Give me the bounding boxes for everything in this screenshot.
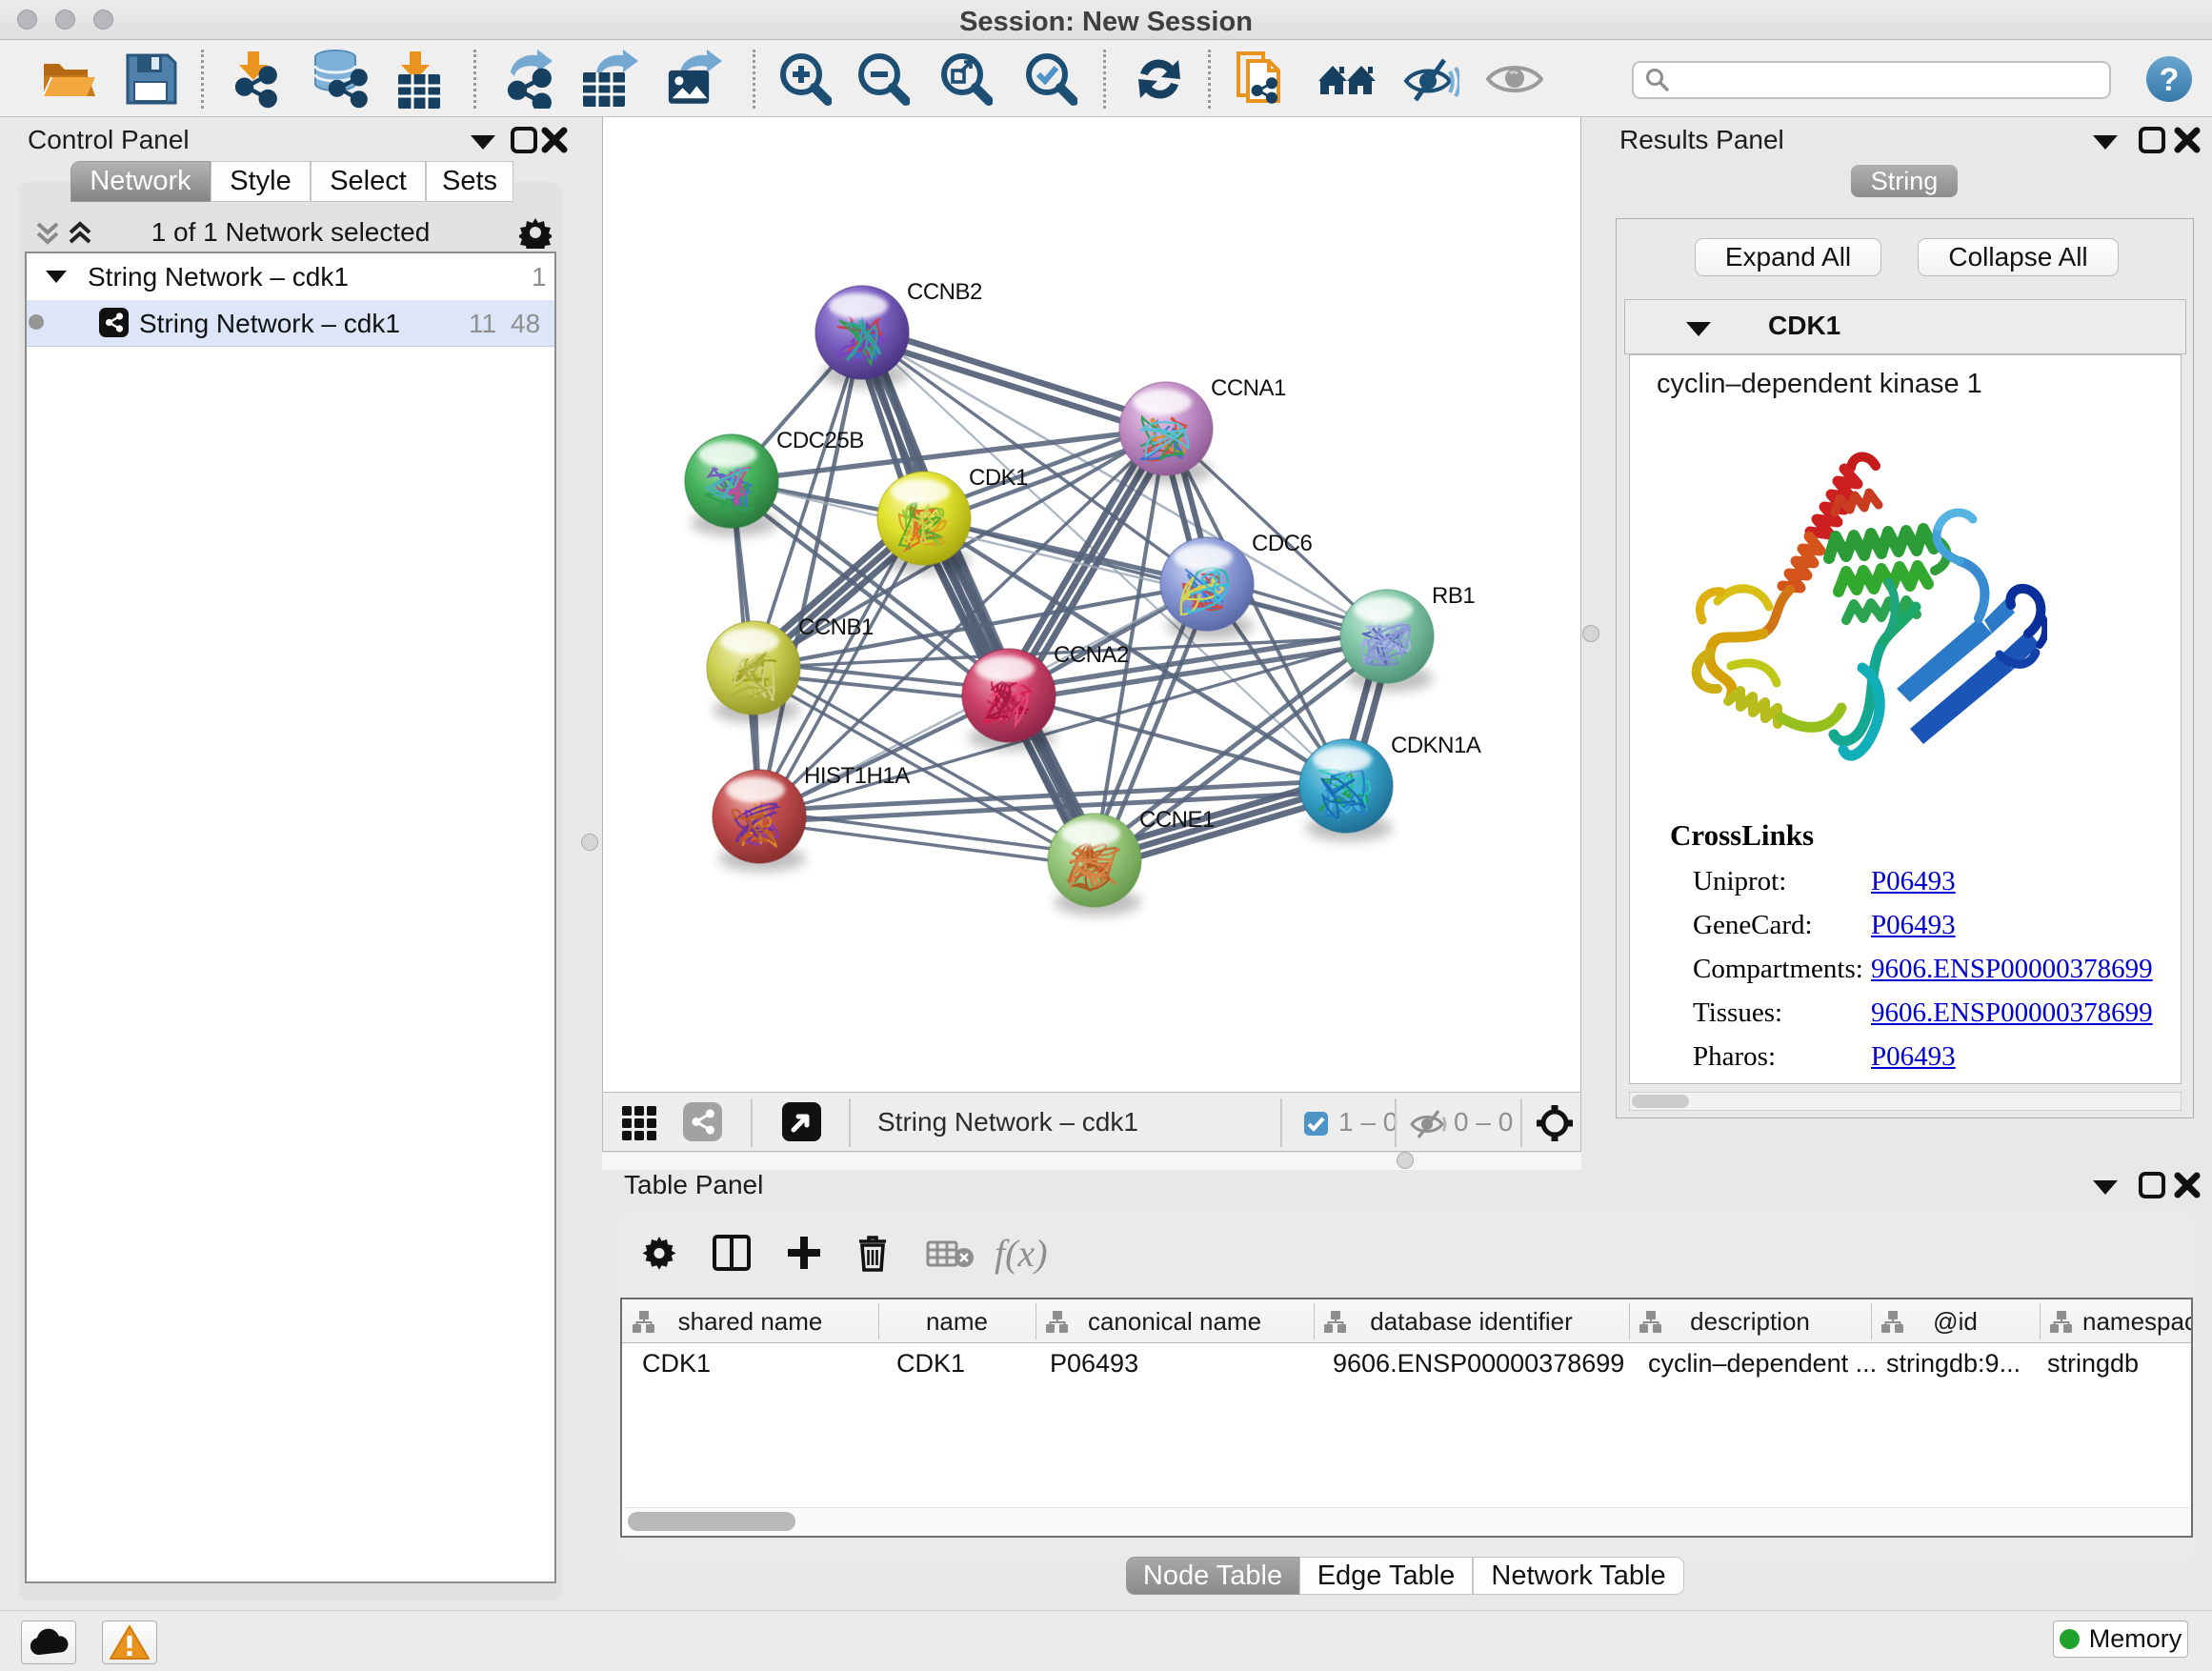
svg-text:HIST1H1A: HIST1H1A [804, 763, 910, 789]
svg-text:CCNA1: CCNA1 [1211, 375, 1286, 401]
svg-text:CCNB1: CCNB1 [798, 614, 874, 640]
svg-text:CDKN1A: CDKN1A [1391, 733, 1481, 758]
svg-text:?: ? [2160, 62, 2180, 98]
svg-text:CCNE1: CCNE1 [1139, 807, 1215, 833]
svg-text:CCNA2: CCNA2 [1054, 642, 1129, 668]
svg-text:RB1: RB1 [1432, 583, 1475, 609]
svg-text:CCNB2: CCNB2 [907, 279, 982, 305]
svg-text:CDK1: CDK1 [969, 465, 1028, 491]
svg-text:CDC25B: CDC25B [776, 428, 864, 453]
svg-text:CDC6: CDC6 [1252, 531, 1312, 556]
